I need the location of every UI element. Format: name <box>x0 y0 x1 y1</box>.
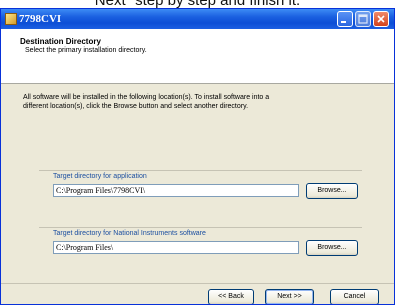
browse-app-button[interactable]: Browse... <box>306 183 358 199</box>
close-button[interactable] <box>373 11 389 27</box>
close-icon <box>377 15 385 23</box>
browse-ni-button[interactable]: Browse... <box>306 240 358 256</box>
cancel-button[interactable]: Cancel <box>330 289 379 304</box>
maximize-button[interactable] <box>355 11 371 27</box>
wizard-header: Destination Directory Select the primary… <box>1 29 394 84</box>
minimize-button[interactable] <box>337 11 353 27</box>
app-dir-label: Target directory for application <box>53 173 147 180</box>
ni-dir-group <box>39 227 362 228</box>
page-subtitle: Select the primary installation director… <box>25 47 147 54</box>
page-title: Destination Directory <box>20 37 101 46</box>
minimize-icon <box>341 21 346 23</box>
footer-divider <box>1 283 394 284</box>
installer-window: 7798CVI Destination Directory Select the… <box>0 8 395 305</box>
title-bar[interactable]: 7798CVI <box>1 9 394 29</box>
description-line: different location(s), click the Browse … <box>23 103 249 110</box>
ni-dir-label: Target directory for National Instrument… <box>53 230 206 237</box>
ni-dir-field[interactable]: C:\Program Files\ <box>53 241 299 254</box>
app-dir-field[interactable]: C:\Program Files\7798CVI\ <box>53 184 299 197</box>
maximize-icon <box>358 14 368 24</box>
app-dir-group <box>39 170 362 171</box>
description-line: All software will be installed in the fo… <box>23 94 270 101</box>
window-title: 7798CVI <box>19 13 62 25</box>
installer-icon <box>5 13 17 25</box>
description: All software will be installed in the fo… <box>23 93 343 111</box>
back-button[interactable]: << Back <box>208 289 254 304</box>
next-button[interactable]: Next >> <box>265 289 314 304</box>
